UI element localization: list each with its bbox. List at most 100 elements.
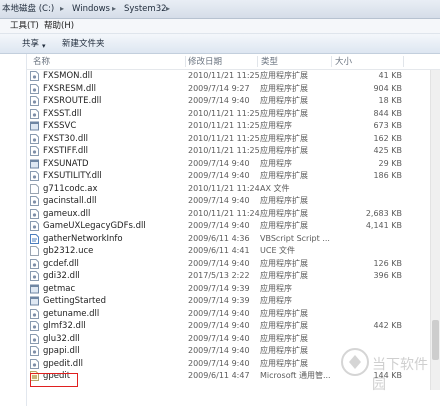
column-header-size[interactable]: 大小 [335, 56, 352, 68]
breadcrumb-separator-icon[interactable]: ▸ [112, 3, 116, 15]
column-divider[interactable] [257, 56, 258, 67]
file-date: 2009/7/14 9:27 [188, 83, 250, 93]
column-divider[interactable] [403, 56, 404, 67]
file-type: 应用程序扩展 [260, 171, 308, 180]
file-row[interactable]: glmf32.dll 2009/7/14 9:40 应用程序扩展 442 KB [27, 320, 440, 332]
column-header-type[interactable]: 类型 [261, 56, 278, 68]
dll-icon [30, 346, 39, 356]
file-date: 2009/7/14 9:40 [188, 308, 250, 318]
menu-tools[interactable]: 工具(T) [10, 20, 39, 32]
file-name: gpapi.dll [43, 346, 80, 356]
file-date: 2010/11/21 11:25 [188, 146, 260, 155]
file-type: 应用程序扩展 [260, 196, 308, 205]
file-row[interactable]: gatherNetworkInfo 2009/6/11 4:36 VBScript … [27, 233, 440, 245]
dll-icon [30, 146, 39, 156]
file-date: 2009/7/14 9:39 [188, 296, 250, 305]
dll-icon [30, 321, 39, 331]
file-name: gdi32.dll [43, 271, 80, 281]
vertical-scrollbar[interactable] [430, 70, 440, 390]
column-divider[interactable] [185, 56, 186, 67]
exe-icon [30, 159, 39, 169]
dll-icon [30, 171, 39, 181]
dll-icon [30, 271, 39, 281]
navigation-pane[interactable] [0, 54, 27, 406]
highlight-box [30, 373, 78, 387]
dll-icon [30, 133, 39, 144]
file-size: 673 KB [373, 121, 402, 130]
file-type: VBScript Script ... [260, 233, 330, 243]
file-date: 2009/7/14 9:40 [188, 333, 250, 343]
dll-icon [30, 108, 39, 119]
file-row[interactable]: FXST30.dll 2010/11/21 11:25 应用程序扩展 162 KB [27, 133, 440, 145]
file-row[interactable]: GameUXLegacyGDFs.dll 2009/7/14 9:40 应用程序扩展… [27, 220, 440, 232]
file-row[interactable]: FXSROUTE.dll 2009/7/14 9:40 应用程序扩展 18 KB [27, 95, 440, 107]
column-divider[interactable] [331, 56, 332, 67]
file-row[interactable]: FXSUTILITY.dll 2009/7/14 9:40 应用程序扩展 186 KB [27, 170, 440, 182]
file-date: 2009/6/11 4:41 [188, 246, 250, 255]
file-size: 425 KB [373, 146, 402, 155]
file-row[interactable]: getuname.dll 2009/7/14 9:40 应用程序扩展 [27, 308, 440, 320]
new-folder-button[interactable]: 新建文件夹 [62, 38, 105, 50]
scrollbar-thumb[interactable] [432, 320, 439, 360]
exe-icon [30, 284, 39, 294]
file-name: FXSUTILITY.dll [43, 171, 102, 181]
file-size [330, 283, 402, 295]
file-type: 应用程序扩展 [260, 96, 308, 105]
file-type: 应用程序扩展 [260, 346, 308, 355]
file-date: 2009/7/14 9:39 [188, 283, 250, 293]
breadcrumb-separator-icon[interactable]: ▸ [60, 3, 64, 15]
file-size: 41 KB [378, 71, 402, 80]
file-row[interactable]: getmac 2009/7/14 9:39 应用程序 [27, 283, 440, 295]
chevron-down-icon[interactable]: ▾ [42, 40, 46, 52]
file-size [330, 295, 402, 307]
file-name: getuname.dll [43, 308, 100, 319]
file-size: 442 KB [373, 321, 402, 330]
file-name: gameux.dll [43, 208, 91, 219]
file-row[interactable]: FXSMON.dll 2010/11/21 11:25 应用程序扩展 41 KB [27, 70, 440, 82]
dll-icon [30, 221, 39, 231]
menu-help[interactable]: 帮助(H) [44, 20, 74, 32]
file-row[interactable]: gacinstall.dll 2009/7/14 9:40 应用程序扩展 [27, 195, 440, 207]
column-header-name[interactable]: 名称 [33, 56, 50, 68]
file-row[interactable]: gb2312.uce 2009/6/11 4:41 UCE 文件 [27, 245, 440, 257]
file-size [330, 245, 402, 257]
exe-icon [30, 296, 39, 306]
file-row[interactable]: glu32.dll 2009/7/14 9:40 应用程序扩展 [27, 333, 440, 345]
file-size: 29 KB [378, 158, 402, 168]
file-date: 2010/11/21 11:24 [188, 208, 260, 218]
file-name: FXSRESM.dll [43, 83, 96, 94]
file-date: 2009/7/14 9:40 [188, 321, 250, 330]
file-row[interactable]: FXSUNATD 2009/7/14 9:40 应用程序 29 KB [27, 158, 440, 170]
file-type: 应用程序 [260, 121, 292, 130]
file-type: 应用程序扩展 [260, 358, 308, 368]
file-date: 2010/11/21 11:25 [188, 108, 260, 118]
file-row[interactable]: FXSRESM.dll 2009/7/14 9:27 应用程序扩展 904 KB [27, 83, 440, 95]
file-row[interactable]: FXSST.dll 2010/11/21 11:25 应用程序扩展 844 KB [27, 108, 440, 120]
share-button[interactable]: 共享 [22, 38, 39, 50]
file-row[interactable]: gcdef.dll 2009/7/14 9:40 应用程序扩展 126 KB [27, 258, 440, 270]
file-row[interactable]: FXSSVC 2010/11/21 11:25 应用程序 673 KB [27, 120, 440, 132]
file-type: 应用程序扩展 [260, 133, 308, 143]
column-header-date[interactable]: 修改日期 [188, 56, 222, 68]
address-bar[interactable]: 本地磁盘 (C:) ▸ Windows ▸ System32 ▸ [0, 0, 440, 19]
breadcrumb-windows[interactable]: Windows [72, 3, 110, 15]
file-date: 2010/11/21 11:25 [188, 133, 260, 143]
file-row[interactable]: GettingStarted 2009/7/14 9:39 应用程序 [27, 295, 440, 307]
file-size: 844 KB [373, 108, 402, 118]
dll-icon [30, 333, 39, 344]
breadcrumb-drive[interactable]: 本地磁盘 (C:) [2, 3, 54, 15]
file-name: g711codc.ax [43, 183, 98, 194]
file-size: 2,683 KB [365, 208, 402, 218]
breadcrumb-separator-icon[interactable]: ▸ [166, 3, 170, 15]
file-date: 2009/7/14 9:40 [188, 196, 250, 205]
file-row[interactable]: FXSTIFF.dll 2010/11/21 11:25 应用程序扩展 425 KB [27, 145, 440, 157]
file-row[interactable]: g711codc.ax 2010/11/21 11:24 AX 文件 [27, 183, 440, 195]
file-name: FXSST.dll [43, 108, 82, 119]
file-type: 应用程序扩展 [260, 258, 308, 268]
breadcrumb-system32[interactable]: System32 [124, 3, 167, 15]
file-row[interactable]: gdi32.dll 2017/5/13 2:22 应用程序扩展 396 KB [27, 270, 440, 282]
file-row[interactable]: gameux.dll 2010/11/21 11:24 应用程序扩展 2,683 KB [27, 208, 440, 220]
file-name: glmf32.dll [43, 321, 86, 331]
dll-icon [30, 196, 39, 206]
file-size: 126 KB [373, 258, 402, 268]
